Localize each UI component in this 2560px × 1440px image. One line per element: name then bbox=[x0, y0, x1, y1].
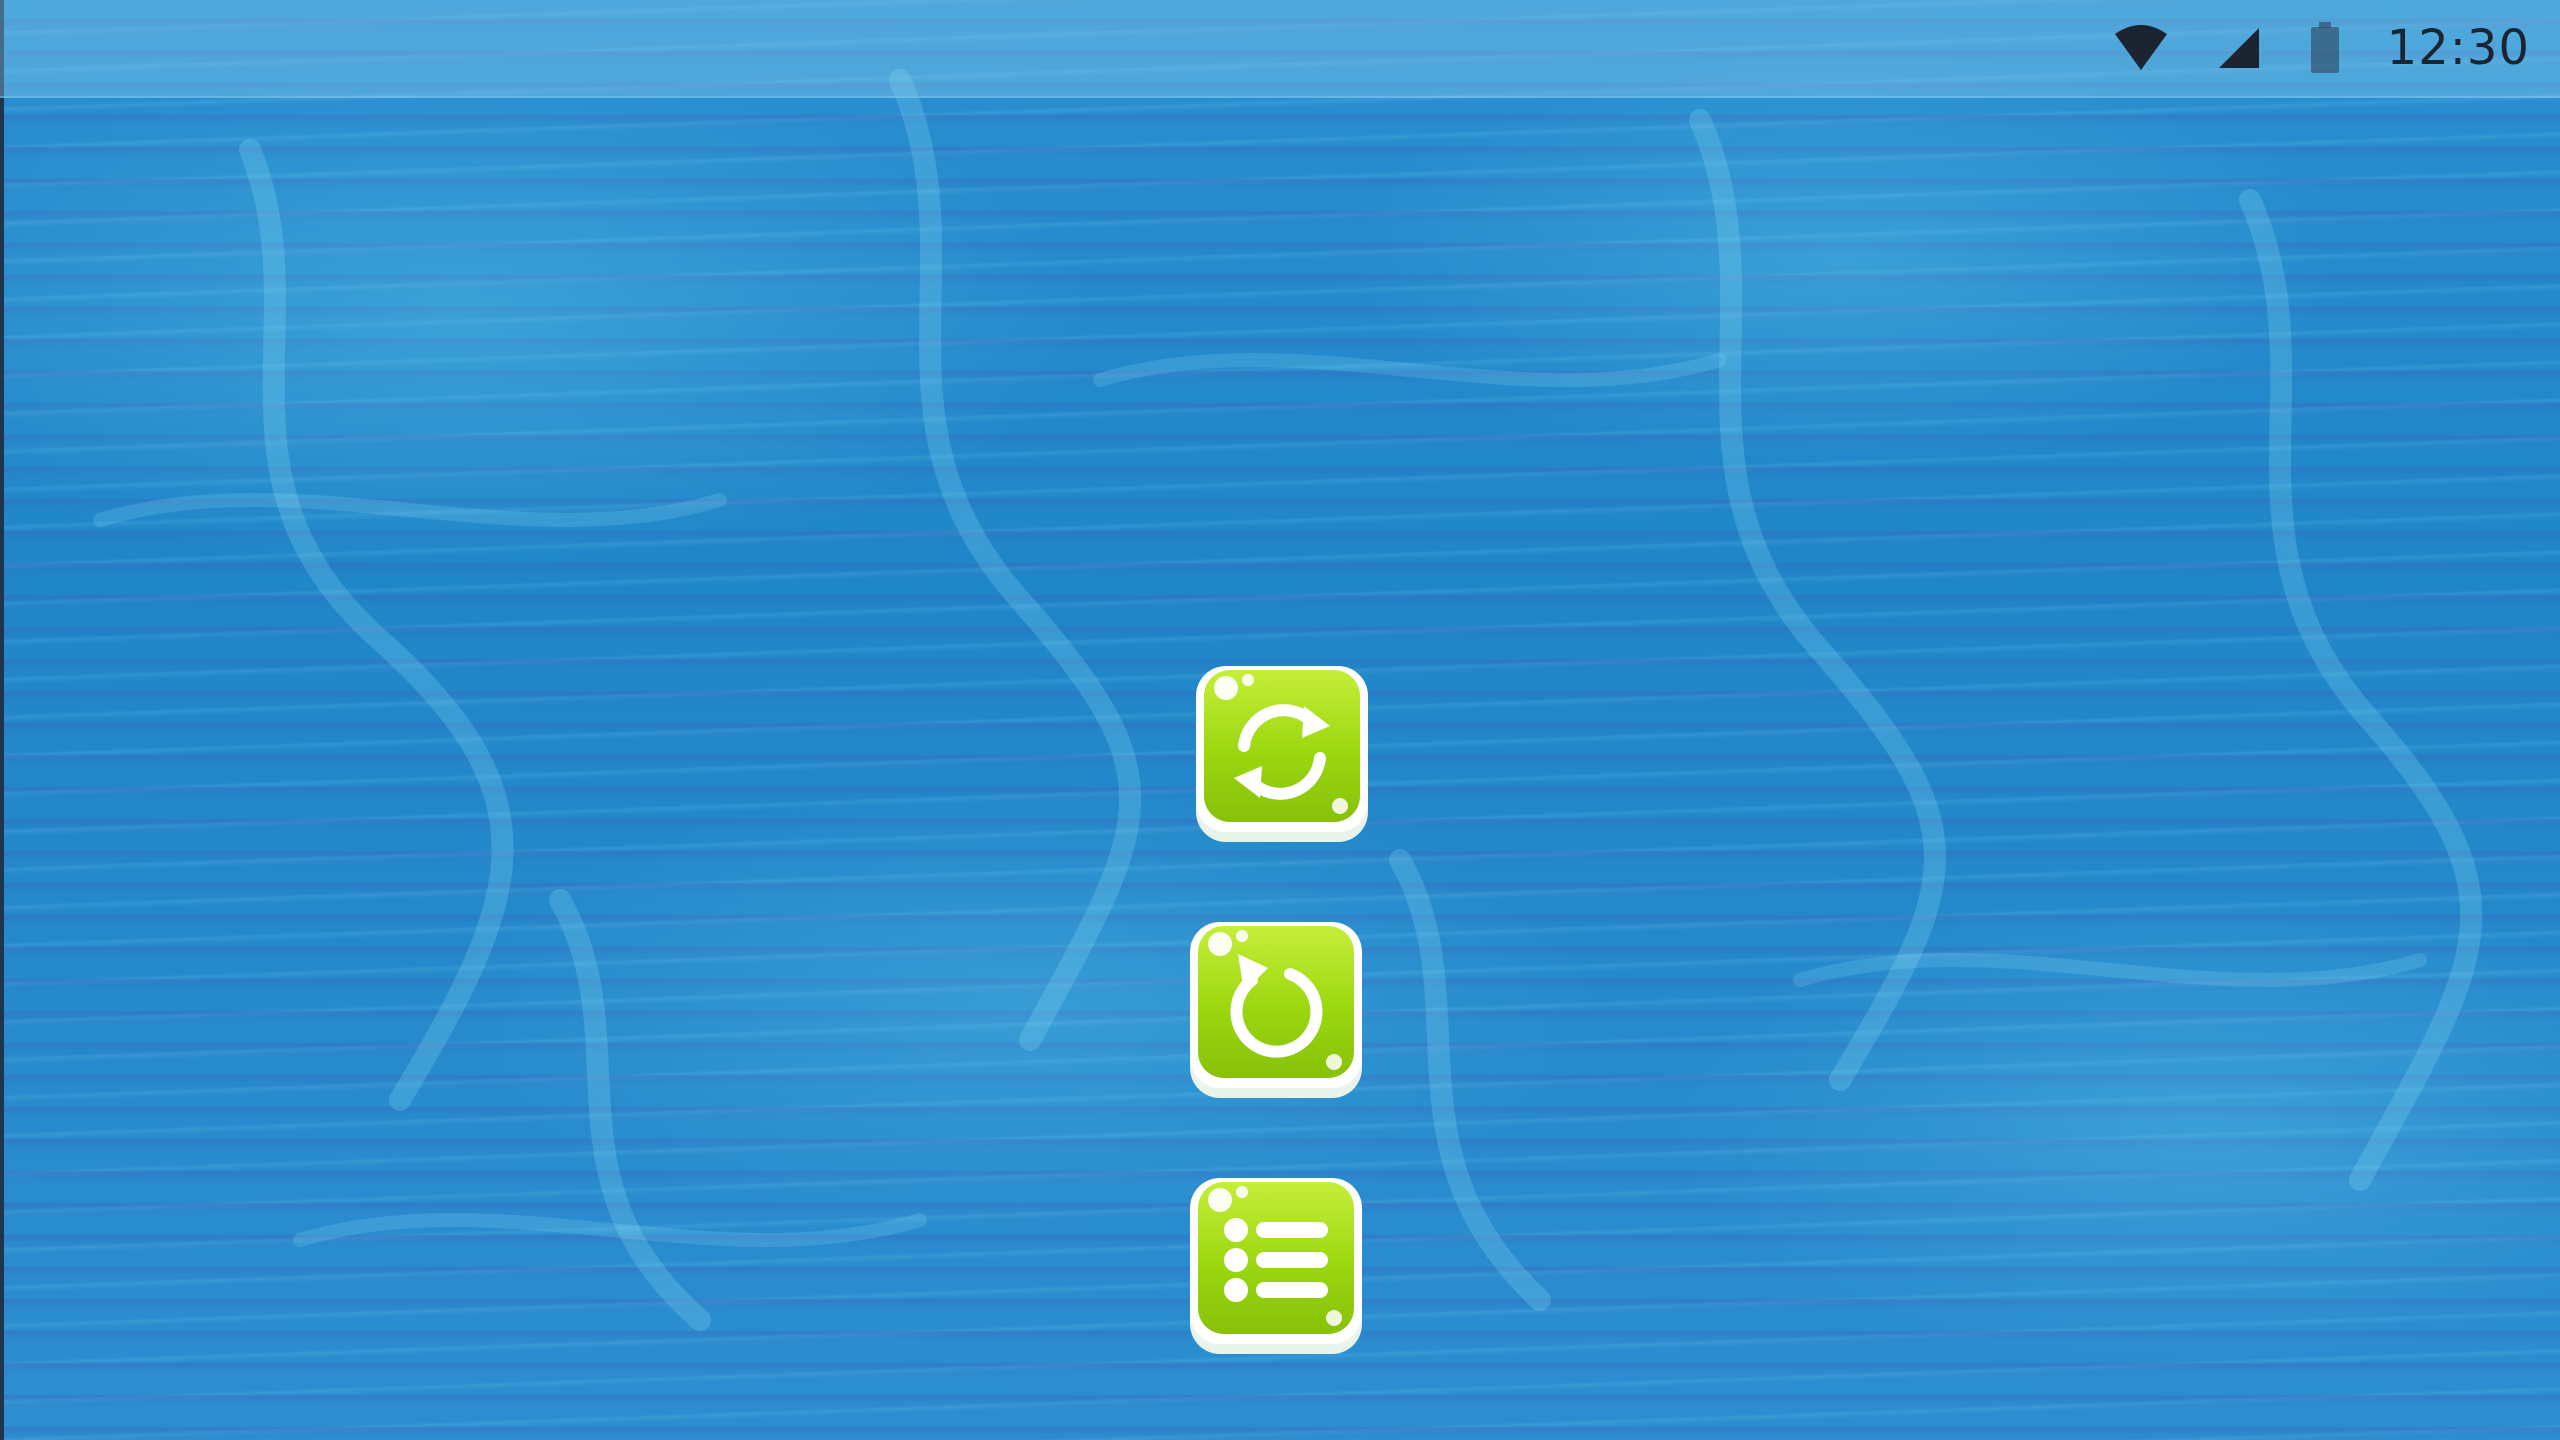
level-list-button[interactable] bbox=[1186, 1172, 1366, 1358]
refresh-button[interactable] bbox=[1192, 660, 1372, 846]
status-time: 12:30 bbox=[2386, 20, 2530, 76]
game-menu bbox=[1180, 660, 1380, 1380]
restart-button[interactable] bbox=[1186, 916, 1366, 1102]
status-icons: 12:30 bbox=[2113, 0, 2530, 96]
status-bar: 12:30 bbox=[0, 0, 2560, 98]
list-icon bbox=[1224, 1218, 1328, 1302]
wifi-icon bbox=[2114, 25, 2167, 70]
cellular-signal-icon bbox=[2218, 28, 2259, 68]
battery-icon bbox=[2310, 22, 2339, 73]
screen-edge bbox=[0, 0, 4, 1440]
